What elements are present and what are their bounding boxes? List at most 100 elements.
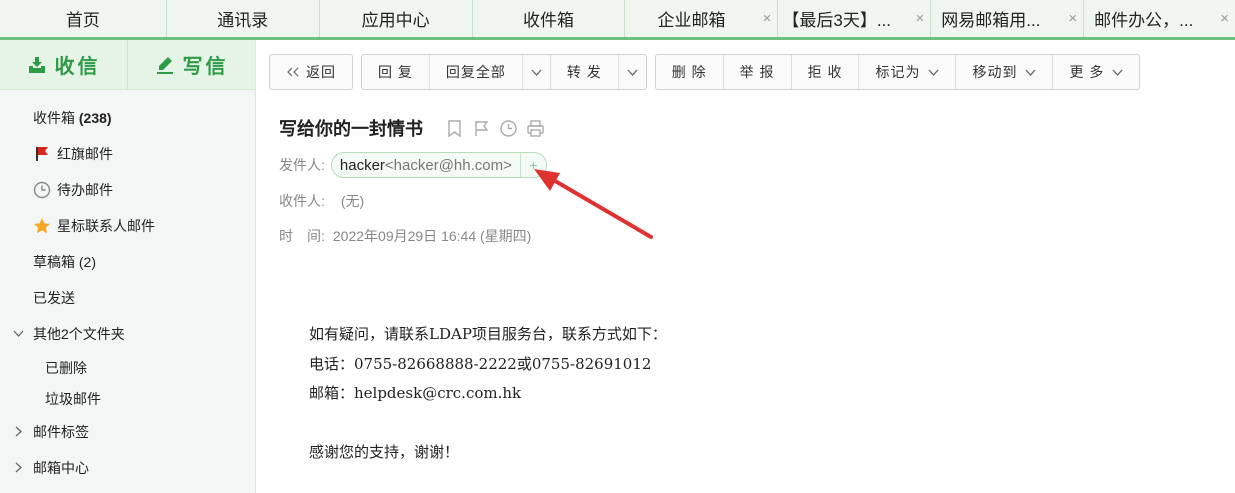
back-label: 返回 xyxy=(306,64,336,80)
delete-button[interactable]: 删 除 xyxy=(656,55,724,89)
forward-label: 转 发 xyxy=(566,64,602,80)
back-button[interactable]: 返回 xyxy=(270,55,352,89)
delete-label: 删 除 xyxy=(671,64,707,80)
mail-header: 写给你的一封情书 xyxy=(279,110,545,146)
reply-all-label: 回复全部 xyxy=(445,64,506,80)
time-value: 2022年09月29日 16:44 (星期四) xyxy=(332,228,532,244)
write-label: 写信 xyxy=(182,56,229,78)
reject-label: 拒 收 xyxy=(807,64,843,80)
tab-bar: 首页 通讯录 应用中心 收件箱 企业邮箱 × 【最后3天】... × 网易邮箱用..… xyxy=(0,0,1235,40)
folder-label: 待办邮件 xyxy=(57,182,113,198)
clock-icon[interactable] xyxy=(499,119,518,138)
receive-button[interactable]: 收信 xyxy=(0,40,127,89)
actions-group: 删 除 举 报 拒 收 标记为 移动到 更 多 xyxy=(654,54,1141,90)
tab-home[interactable]: 首页 xyxy=(0,0,167,37)
tab-inbox[interactable]: 收件箱 xyxy=(472,0,626,37)
folder-spam[interactable]: 垃圾邮件 xyxy=(0,383,255,414)
unread-count: (238) xyxy=(78,110,112,126)
print-icon[interactable] xyxy=(526,119,545,138)
reply-label: 回 复 xyxy=(378,64,413,80)
write-button[interactable]: 写信 xyxy=(127,40,255,89)
tab-netease-user[interactable]: 网易邮箱用... × xyxy=(931,0,1085,37)
recipient-row: 收件人: (无) xyxy=(279,191,364,211)
tab-label: 通讯录 xyxy=(217,11,269,30)
body-line: 如有疑问，请联系LDAP项目服务台，联系方式如下： xyxy=(309,325,667,343)
chevron-down-icon xyxy=(1025,69,1036,76)
folder-drafts[interactable]: 草稿箱 (2) xyxy=(0,244,255,280)
chevron-down-icon[interactable] xyxy=(13,328,24,342)
folder-sent[interactable]: 已发送 xyxy=(0,280,255,316)
star-icon xyxy=(34,218,50,234)
pencil-icon xyxy=(156,56,173,74)
more-button[interactable]: 更 多 xyxy=(1053,55,1139,89)
time-row: 时 间: 2022年09月29日 16:44 (星期四) xyxy=(279,226,531,246)
reply-button[interactable]: 回 复 xyxy=(362,55,430,89)
mark-as-button[interactable]: 标记为 xyxy=(859,55,957,89)
mail-subject: 写给你的一封情书 xyxy=(279,119,423,139)
sender-chip[interactable]: hacker <hacker@hh.com> + xyxy=(330,152,547,178)
tab-enterprise-mail[interactable]: 企业邮箱 × xyxy=(625,0,779,37)
mark-as-label: 标记为 xyxy=(875,64,921,80)
folder-others[interactable]: 其他2个文件夹 xyxy=(0,316,255,352)
back-group: 返回 xyxy=(269,54,353,90)
folder-label: 垃圾邮件 xyxy=(45,390,101,407)
folder-label: 其他2个文件夹 xyxy=(33,326,125,342)
tab-mail-office[interactable]: 邮件办公，... × xyxy=(1084,0,1235,37)
reply-dropdown-button[interactable] xyxy=(523,55,551,89)
tab-app-center[interactable]: 应用中心 xyxy=(319,0,473,37)
folder-mailbox-center[interactable]: 邮箱中心 xyxy=(0,450,255,486)
mail-body: 如有疑问，请联系LDAP项目服务台，联系方式如下： 电话：0755-826688… xyxy=(309,320,667,467)
body-line: 邮箱：helpdesk@crc.com.hk xyxy=(309,384,522,402)
tab-label: 邮件办公，... xyxy=(1094,11,1194,30)
folder-todo[interactable]: 待办邮件 xyxy=(0,172,255,208)
forward-button[interactable]: 转 发 xyxy=(551,55,619,89)
bookmark-icon[interactable] xyxy=(445,119,464,138)
folder-label: 红旗邮件 xyxy=(57,146,113,162)
folder-red-flag[interactable]: 红旗邮件 xyxy=(0,136,255,172)
mail-toolbar: 返回 回 复 回复全部 转 发 删 除 举 报 拒 收 标记为 移动到 更 多 xyxy=(269,54,1141,90)
tab-contacts[interactable]: 通讯录 xyxy=(166,0,320,37)
clock-icon xyxy=(33,181,51,199)
sidebar: 收信 写信 收件箱 (238) 红旗邮件 待办邮件 星标联系人邮件 草稿箱 (2… xyxy=(0,40,256,493)
tab-label: 首页 xyxy=(65,11,100,30)
chevron-down-icon xyxy=(627,69,638,76)
chevron-down-icon xyxy=(531,69,542,76)
from-label: 发件人: xyxy=(279,157,325,173)
reply-all-button[interactable]: 回复全部 xyxy=(430,55,523,89)
tab-label: 【最后3天】... xyxy=(782,11,891,30)
reject-button[interactable]: 拒 收 xyxy=(792,55,860,89)
receive-label: 收信 xyxy=(54,56,101,78)
move-to-button[interactable]: 移动到 xyxy=(956,55,1054,89)
folder-label: 星标联系人邮件 xyxy=(57,218,155,234)
folder-starred-contacts[interactable]: 星标联系人邮件 xyxy=(0,208,255,244)
chevron-right-icon[interactable] xyxy=(13,426,24,440)
time-label: 时 间: xyxy=(279,228,325,244)
folder-label: 邮件标签 xyxy=(33,424,89,440)
folder-label: 已发送 xyxy=(33,290,75,306)
double-chevron-left-icon xyxy=(287,67,299,77)
close-icon[interactable]: × xyxy=(763,10,772,27)
tab-last-3-days[interactable]: 【最后3天】... × xyxy=(778,0,932,37)
tab-label: 网易邮箱用... xyxy=(941,11,1041,30)
report-button[interactable]: 举 报 xyxy=(724,55,792,89)
folder-label: 邮箱中心 xyxy=(33,460,89,476)
forward-dropdown-button[interactable] xyxy=(619,55,646,89)
close-icon[interactable]: × xyxy=(915,10,924,27)
body-line: 感谢您的支持，谢谢！ xyxy=(309,442,460,461)
folder-mail-tags[interactable]: 邮件标签 xyxy=(0,414,255,450)
chevron-down-icon xyxy=(928,69,939,76)
body-blank-line xyxy=(309,409,667,438)
close-icon[interactable]: × xyxy=(1068,10,1077,27)
flag-icon[interactable] xyxy=(472,119,491,138)
reply-group: 回 复 回复全部 转 发 xyxy=(361,54,647,90)
body-line: 电话：0755-82668888-2222或0755-82691012 xyxy=(309,354,652,373)
close-icon[interactable]: × xyxy=(1220,10,1229,27)
sender-row: 发件人: hacker <hacker@hh.com> + xyxy=(279,152,547,178)
folder-deleted[interactable]: 已删除 xyxy=(0,352,255,383)
report-label: 举 报 xyxy=(739,64,775,80)
chevron-down-icon xyxy=(1112,69,1123,76)
folder-inbox[interactable]: 收件箱 (238) xyxy=(0,100,255,136)
annotation-arrow-icon xyxy=(534,169,653,239)
chevron-right-icon[interactable] xyxy=(13,462,24,476)
move-to-label: 移动到 xyxy=(972,64,1018,80)
